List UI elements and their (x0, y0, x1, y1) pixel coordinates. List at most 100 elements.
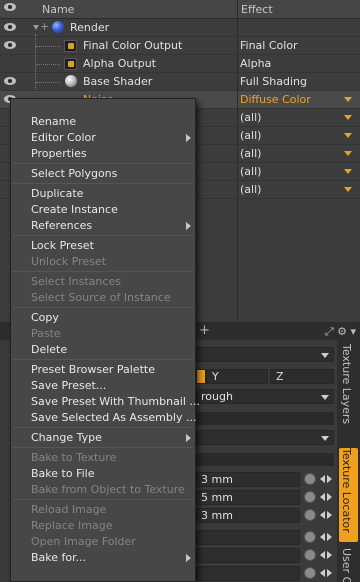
context-menu: Rename Editor Color Properties Select Po… (10, 98, 200, 582)
value-stepper-icon[interactable] (320, 509, 334, 521)
axis-z-button[interactable]: Z (270, 369, 334, 384)
projection-dropdown[interactable]: rough (196, 389, 334, 404)
item-name: Render (70, 21, 110, 34)
tree-row-base-shader[interactable]: Base Shader Full Shading (0, 73, 360, 91)
side-tab-strip: Texture Layers Texture Locator User Chan (337, 340, 360, 582)
menu-separator (13, 235, 193, 236)
effect-dropdown-arrow-icon[interactable] (344, 169, 352, 174)
section-divider (196, 412, 334, 425)
tree-row-alpha-output[interactable]: Alpha Output Alpha (0, 55, 360, 73)
value-stepper-icon[interactable] (320, 549, 334, 561)
visibility-eye-icon[interactable] (4, 23, 16, 31)
effect-value[interactable]: Diffuse Color (240, 93, 311, 106)
value-field[interactable] (196, 566, 300, 581)
value-field[interactable] (196, 548, 300, 563)
menu-item-change-type[interactable]: Change Type (11, 430, 195, 446)
plus-icon: + (40, 20, 50, 33)
tab-texture-locator[interactable]: Texture Locator (339, 448, 358, 542)
size-y-field[interactable]: 5 mm (196, 490, 300, 505)
visibility-eye-icon[interactable] (4, 77, 16, 85)
menu-item-bake-to-file[interactable]: Bake to File (11, 466, 195, 482)
size-x-field[interactable]: 3 mm (196, 472, 300, 487)
channel-animate-icon[interactable] (304, 549, 316, 561)
menu-item-bake-to-texture: Bake to Texture (31, 451, 117, 464)
shader-ball-icon (65, 75, 77, 87)
axis-y-button[interactable]: Y (206, 369, 268, 384)
size-z-field[interactable]: 3 mm (196, 508, 300, 523)
menu-item-bake-for[interactable]: Bake for... (11, 550, 195, 566)
tree-row-final-color-output[interactable]: Final Color Output Final Color (0, 37, 360, 55)
menu-separator (13, 427, 193, 428)
effect-value[interactable]: (all) (240, 183, 261, 196)
menu-item-lock-preset[interactable]: Lock Preset (11, 238, 195, 254)
section-divider (196, 453, 334, 466)
menu-item-create-instance[interactable]: Create Instance (11, 202, 195, 218)
channel-animate-icon[interactable] (304, 567, 316, 579)
render-sphere-icon (52, 21, 64, 33)
channel-animate-icon[interactable] (304, 473, 316, 485)
menu-item-select-polygons[interactable]: Select Polygons (11, 166, 195, 182)
item-name: Base Shader (83, 75, 153, 88)
panel-options-icon[interactable]: ⤢ ⚙ ▾ (325, 325, 356, 339)
effect-dropdown-arrow-icon[interactable] (344, 151, 352, 156)
tree-row-render[interactable]: + Render (0, 19, 360, 37)
menu-separator (13, 359, 193, 360)
menu-item-properties[interactable]: Properties (11, 146, 195, 162)
value-stepper-icon[interactable] (320, 567, 334, 579)
effect-dropdown-arrow-icon[interactable] (344, 115, 352, 120)
menu-item-references[interactable]: References (11, 218, 195, 234)
menu-item-select-instances: Select Instances (31, 275, 121, 288)
output-layer-icon (64, 40, 77, 52)
effect-value[interactable]: Final Color (240, 39, 298, 52)
menu-item-save-preset-with-thumbnail[interactable]: Save Preset With Thumbnail ... (11, 394, 200, 410)
value-stepper-icon[interactable] (320, 531, 334, 543)
effect-value[interactable]: (all) (240, 165, 261, 178)
effect-value[interactable]: (all) (240, 129, 261, 142)
visibility-eye-icon[interactable] (4, 41, 16, 49)
type-dropdown[interactable] (196, 347, 334, 362)
menu-item-bake-from-object-to-texture: Bake from Object to Texture (31, 483, 185, 496)
menu-item-select-source-of-instance: Select Source of Instance (31, 291, 171, 304)
menu-item-preset-browser-palette[interactable]: Preset Browser Palette (11, 362, 195, 378)
value-field[interactable] (196, 530, 300, 545)
column-divider (237, 19, 238, 37)
column-divider[interactable] (237, 0, 238, 19)
effect-dropdown-arrow-icon[interactable] (344, 187, 352, 192)
menu-item-save-selected-as-assembly[interactable]: Save Selected As Assembly ... (11, 410, 196, 426)
effect-dropdown-arrow-icon[interactable] (344, 133, 352, 138)
channel-animate-icon[interactable] (304, 531, 316, 543)
menu-separator (13, 307, 193, 308)
channel-animate-icon[interactable] (304, 509, 316, 521)
menu-item-duplicate[interactable]: Duplicate (11, 186, 195, 202)
tab-texture-layers[interactable]: Texture Layers (339, 344, 358, 440)
column-divider (237, 37, 238, 55)
menu-separator (13, 183, 193, 184)
menu-item-rename[interactable]: Rename (11, 114, 195, 130)
menu-item-copy[interactable]: Copy (11, 310, 195, 326)
column-divider (237, 163, 238, 181)
expand-arrow-icon[interactable] (33, 25, 39, 30)
effect-value[interactable]: Alpha (240, 57, 271, 70)
channel-animate-icon[interactable] (304, 491, 316, 503)
effect-value[interactable]: Full Shading (240, 75, 307, 88)
add-tab-button[interactable]: + (199, 323, 210, 338)
value-stepper-icon[interactable] (320, 473, 334, 485)
menu-separator (13, 499, 193, 500)
effect-column-header[interactable]: Effect (241, 3, 273, 16)
menu-item-delete[interactable]: Delete (11, 342, 195, 358)
column-divider (237, 181, 238, 199)
world-transform-dropdown[interactable] (196, 430, 334, 445)
column-divider (237, 145, 238, 163)
menu-item-save-preset[interactable]: Save Preset... (11, 378, 195, 394)
effect-dropdown-arrow-icon[interactable] (344, 97, 352, 102)
value-stepper-icon[interactable] (320, 491, 334, 503)
effect-value[interactable]: (all) (240, 111, 261, 124)
column-divider (237, 199, 238, 322)
menu-item-open-image-folder: Open Image Folder (31, 535, 136, 548)
name-column-header[interactable]: Name (42, 3, 74, 16)
menu-item-editor-color[interactable]: Editor Color (11, 130, 195, 146)
effect-value[interactable]: (all) (240, 147, 261, 160)
axis-x-button[interactable] (196, 369, 206, 384)
tab-user-channels[interactable]: User Chan (339, 548, 358, 582)
menu-item-paste: Paste (31, 327, 61, 340)
